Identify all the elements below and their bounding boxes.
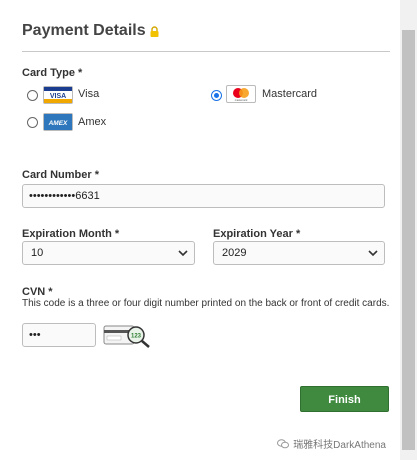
radio-visa[interactable] (27, 90, 38, 101)
scrollbar-thumb[interactable] (402, 30, 415, 450)
vertical-scrollbar[interactable] (400, 0, 417, 460)
card-type-label: Card Type * (22, 67, 83, 79)
cvn-help-text: This code is a three or four digit numbe… (22, 298, 390, 309)
watermark: 瑞雅科技DarkAthena (277, 436, 386, 451)
expiration-year-value: 2029 (222, 247, 247, 259)
mastercard-label: Mastercard (262, 88, 318, 100)
amex-logo-text: AMEX (48, 120, 68, 127)
card-number-input[interactable]: ••••••••••••6631 (22, 184, 385, 208)
lock-icon (150, 25, 159, 37)
finish-button[interactable]: Finish (300, 386, 389, 412)
expiration-month-value: 10 (31, 247, 44, 259)
cvn-card-magnifier-icon: 123 (103, 325, 150, 348)
chevron-down-icon (178, 250, 188, 257)
expiration-month-select[interactable]: 10 (22, 241, 195, 265)
cvn-input[interactable]: ••• (22, 323, 96, 347)
visa-logo-text: VISA (50, 93, 66, 100)
cvn-label: CVN * (22, 286, 53, 298)
wechat-icon (277, 438, 290, 448)
page-title: Payment Details (22, 22, 159, 40)
visa-label: Visa (78, 88, 100, 100)
card-number-label: Card Number * (22, 169, 100, 181)
payment-panel: Payment Details Card Type * VISA Visa ma… (0, 0, 400, 460)
visa-logo-icon: VISA (43, 86, 73, 104)
expiration-month-label: Expiration Month * (22, 228, 120, 240)
chevron-down-icon (368, 250, 378, 257)
mastercard-logo-icon: mastercard (226, 85, 256, 103)
radio-mastercard[interactable] (211, 90, 222, 101)
cvn-icon-number: 123 (131, 334, 142, 340)
amex-label: Amex (78, 116, 107, 128)
watermark-text: 瑞雅科技DarkAthena (293, 440, 386, 451)
mastercard-logo-text: mastercard (235, 99, 248, 102)
page-title-text: Payment Details (22, 22, 146, 39)
radio-amex[interactable] (27, 117, 38, 128)
expiration-year-select[interactable]: 2029 (213, 241, 385, 265)
expiration-year-label: Expiration Year * (213, 228, 301, 240)
amex-logo-icon: AMEX (43, 113, 73, 131)
title-divider (22, 51, 390, 52)
